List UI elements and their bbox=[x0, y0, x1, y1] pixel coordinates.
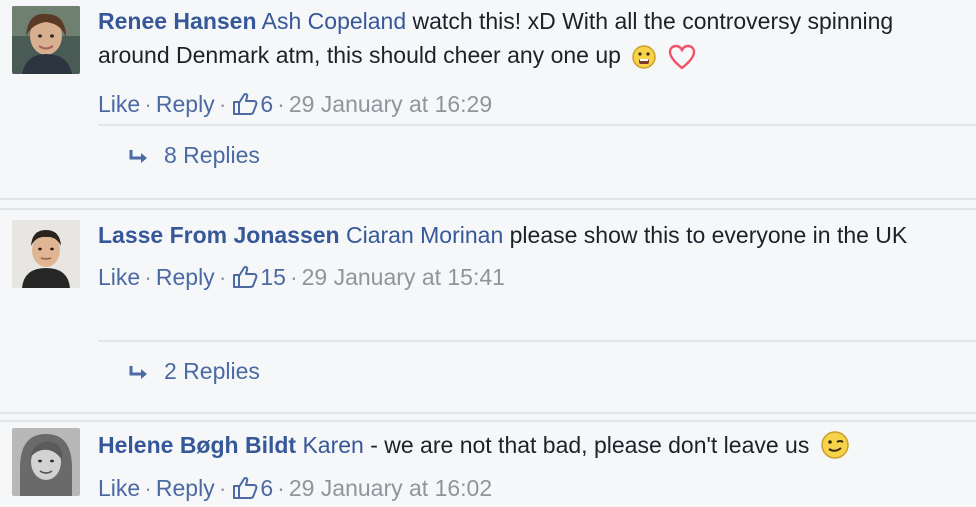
comment-author[interactable]: Lasse From Jonassen bbox=[98, 222, 340, 248]
comment-timestamp[interactable]: 29 January at 16:02 bbox=[289, 475, 492, 501]
smiley-icon bbox=[631, 44, 657, 79]
like-count[interactable]: 15 bbox=[260, 264, 286, 290]
view-replies-link[interactable]: 8 Replies bbox=[128, 138, 260, 175]
thumbs-up-icon[interactable] bbox=[232, 265, 258, 296]
comment-item: Renee Hansen Ash Copeland watch this! xD… bbox=[0, 0, 976, 200]
comment-body: Renee Hansen Ash Copeland watch this! xD… bbox=[98, 4, 964, 123]
like-link[interactable]: Like bbox=[98, 264, 140, 290]
avatar[interactable] bbox=[12, 6, 80, 74]
replies-row: 8 Replies bbox=[98, 124, 976, 188]
like-link[interactable]: Like bbox=[98, 91, 140, 117]
comment-text: please show this to everyone in the UK bbox=[509, 222, 908, 248]
replies-count[interactable]: 8 Replies bbox=[164, 142, 260, 168]
comment-actions: Like · Reply · 6 · 29 January at 16:29 bbox=[98, 89, 964, 123]
comment-item: Lasse From Jonassen Ciaran Morinan pleas… bbox=[0, 208, 976, 414]
comment-author[interactable]: Helene Bøgh Bildt bbox=[98, 432, 296, 458]
comment-feed: Renee Hansen Ash Copeland watch this! xD… bbox=[0, 0, 976, 506]
reply-arrow-icon bbox=[128, 357, 150, 391]
comment-author[interactable]: Renee Hansen bbox=[98, 8, 257, 34]
wink-icon bbox=[820, 430, 850, 469]
replies-count[interactable]: 2 Replies bbox=[164, 358, 260, 384]
comment-actions: Like · Reply · 15 · 29 January at 15:41 bbox=[98, 262, 964, 296]
like-link[interactable]: Like bbox=[98, 475, 140, 501]
comment-body: Helene Bøgh Bildt Karen - we are not tha… bbox=[98, 428, 964, 507]
comment-timestamp[interactable]: 29 January at 15:41 bbox=[302, 264, 505, 290]
reply-link[interactable]: Reply bbox=[156, 91, 215, 117]
thumbs-up-icon[interactable] bbox=[232, 476, 258, 507]
like-count[interactable]: 6 bbox=[260, 91, 273, 117]
tagged-user[interactable]: Karen bbox=[302, 432, 363, 458]
reply-arrow-icon bbox=[128, 141, 150, 175]
comment-text: - we are not that bad, please don't leav… bbox=[370, 432, 810, 458]
view-replies-link[interactable]: 2 Replies bbox=[128, 354, 260, 391]
thumbs-up-icon[interactable] bbox=[232, 92, 258, 123]
reply-link[interactable]: Reply bbox=[156, 475, 215, 501]
like-count[interactable]: 6 bbox=[260, 475, 273, 501]
avatar[interactable] bbox=[12, 428, 80, 496]
avatar[interactable] bbox=[12, 220, 80, 288]
comment-timestamp[interactable]: 29 January at 16:29 bbox=[289, 91, 492, 117]
heart-icon bbox=[668, 44, 696, 79]
tagged-user[interactable]: Ash Copeland bbox=[262, 8, 407, 34]
comment-actions: Like · Reply · 6 · 29 January at 16:02 bbox=[98, 473, 964, 507]
comment-body: Lasse From Jonassen Ciaran Morinan pleas… bbox=[98, 218, 964, 296]
reply-link[interactable]: Reply bbox=[156, 264, 215, 290]
replies-row: 2 Replies bbox=[98, 340, 976, 404]
comment-item: Helene Bøgh Bildt Karen - we are not tha… bbox=[0, 420, 976, 506]
tagged-user[interactable]: Ciaran Morinan bbox=[346, 222, 503, 248]
